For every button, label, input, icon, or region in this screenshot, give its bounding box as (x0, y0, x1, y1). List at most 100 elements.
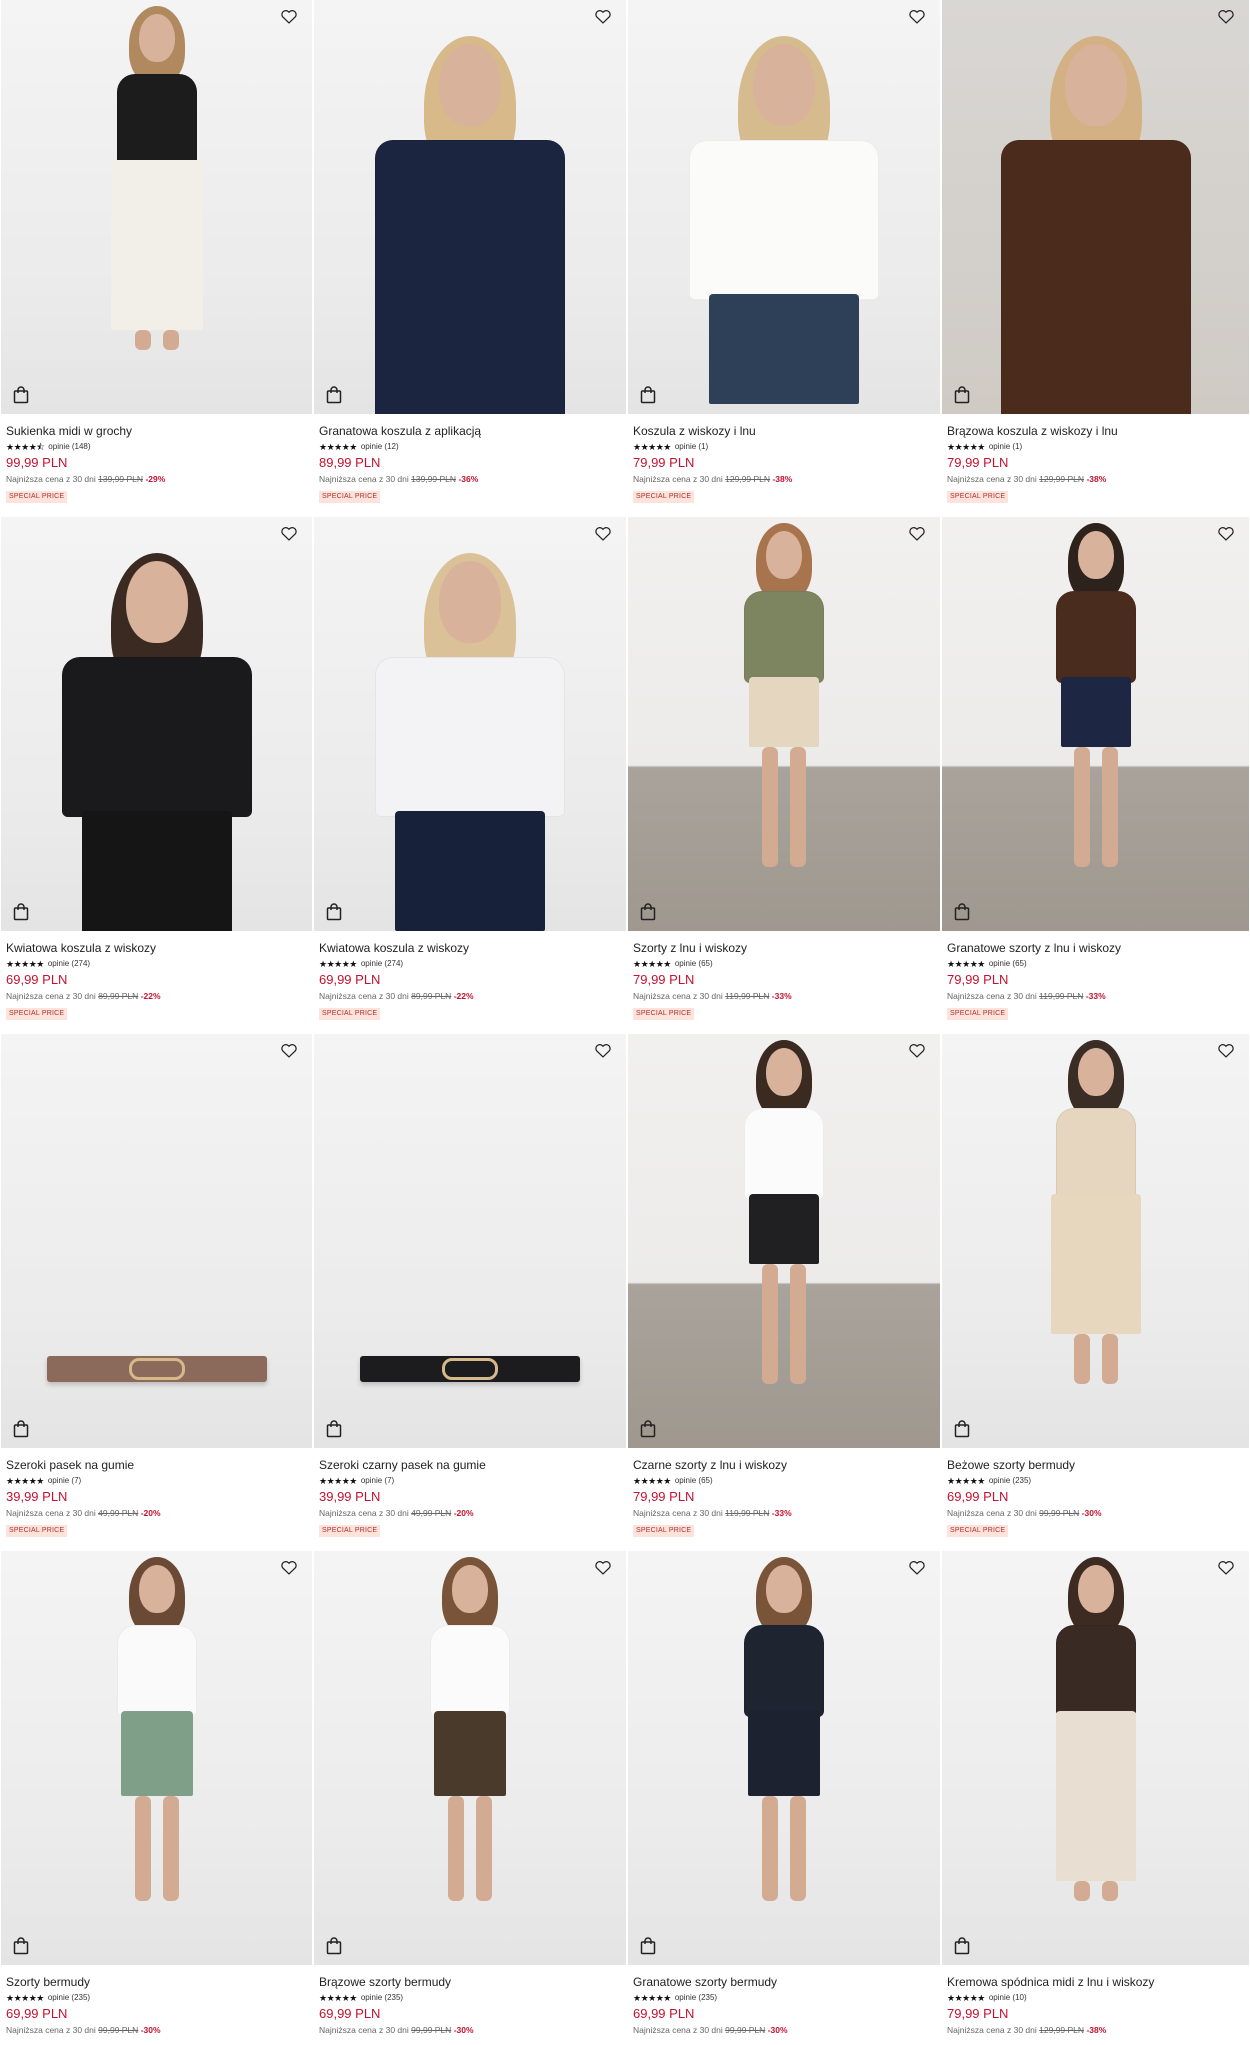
lowest-price-note: Najniższa cena z 30 dni 119,99 PLN -33% (633, 1508, 935, 1519)
face (138, 14, 175, 62)
discount-percent: -22% (140, 991, 161, 1001)
product-image[interactable] (1, 517, 312, 931)
product-card[interactable]: Brązowa koszula z wiskozy i lnu ★★★★★ op… (941, 0, 1250, 517)
product-name[interactable]: Brązowa koszula z wiskozy i lnu (947, 424, 1244, 439)
product-card[interactable]: Sukienka midi w grochy ★★★★⯪ opinie (148… (0, 0, 313, 517)
product-card[interactable]: Kwiatowa koszula z wiskozy ★★★★★ opinie … (0, 517, 313, 1034)
product-image[interactable] (314, 0, 626, 414)
product-card[interactable]: Kwiatowa koszula z wiskozy ★★★★★ opinie … (313, 517, 627, 1034)
reviews-count[interactable]: opinie (10) (989, 1993, 1027, 2003)
product-card[interactable]: Granatowe szorty z lnu i wiskozy ★★★★★ o… (941, 517, 1250, 1034)
model-figure (942, 1034, 1249, 1448)
product-name[interactable]: Szorty bermudy (6, 1975, 307, 1990)
reviews-count[interactable]: opinie (235) (989, 1476, 1031, 1486)
product-info: Szeroki czarny pasek na gumie ★★★★★ opin… (313, 1448, 627, 1537)
product-image[interactable] (628, 0, 940, 414)
discount-percent: -30% (1081, 1508, 1102, 1518)
product-image[interactable] (942, 1551, 1249, 1965)
star-icon: ★★★★★ (319, 442, 357, 452)
product-image[interactable] (1, 0, 312, 414)
reviews-count[interactable]: opinie (7) (48, 1476, 81, 1486)
product-name[interactable]: Kwiatowa koszula z wiskozy (6, 941, 307, 956)
bottom-garment (81, 811, 232, 931)
product-name[interactable]: Granatowa koszula z aplikacją (319, 424, 621, 439)
old-price: 119,99 PLN (1039, 991, 1084, 1001)
product-name[interactable]: Szeroki pasek na gumie (6, 1458, 307, 1473)
star-icon: ★★★★★ (319, 1993, 357, 2003)
lowest-price-note: Najniższa cena z 30 dni 99,99 PLN -30% (319, 2025, 621, 2036)
face (1064, 44, 1127, 126)
reviews-count[interactable]: opinie (65) (675, 1476, 713, 1486)
heart-icon[interactable] (278, 1040, 300, 1060)
product-price: 69,99 PLN (633, 2006, 695, 2021)
old-price: 49,99 PLN (411, 1508, 452, 1518)
product-name[interactable]: Szeroki czarny pasek na gumie (319, 1458, 621, 1473)
reviews-count[interactable]: opinie (274) (361, 959, 403, 969)
lowest-price-label: Najniższa cena z 30 dni (6, 474, 96, 484)
product-name[interactable]: Kremowa spódnica midi z lnu i wiskozy (947, 1975, 1244, 1990)
product-card[interactable]: Granatowe szorty bermudy ★★★★★ opinie (2… (627, 1551, 941, 2045)
product-image[interactable] (628, 1551, 940, 1965)
product-image[interactable] (942, 517, 1249, 931)
reviews-count[interactable]: opinie (235) (675, 1993, 717, 2003)
reviews-count[interactable]: opinie (235) (48, 1993, 90, 2003)
special-price-badge: SPECIAL PRICE (947, 491, 1009, 503)
product-info: Sukienka midi w grochy ★★★★⯪ opinie (148… (0, 414, 313, 503)
product-info: Szeroki pasek na gumie ★★★★★ opinie (7) … (0, 1448, 313, 1537)
shopping-bag-icon[interactable] (13, 1420, 31, 1440)
star-icon: ★★★★★ (319, 1476, 357, 1486)
product-name[interactable]: Czarne szorty z lnu i wiskozy (633, 1458, 935, 1473)
product-card[interactable]: Kremowa spódnica midi z lnu i wiskozy ★★… (941, 1551, 1250, 2045)
product-card[interactable]: Szorty z lnu i wiskozy ★★★★★ opinie (65)… (627, 517, 941, 1034)
face (452, 1565, 488, 1613)
reviews-count[interactable]: opinie (7) (361, 1476, 394, 1486)
product-image[interactable] (1, 1551, 312, 1965)
special-price-badge: SPECIAL PRICE (633, 491, 695, 503)
heart-icon[interactable] (592, 1040, 614, 1060)
rating: ★★★★★ opinie (10) (947, 1993, 1244, 2003)
product-name[interactable]: Koszula z wiskozy i lnu (633, 424, 935, 439)
product-card[interactable]: Brązowe szorty bermudy ★★★★★ opinie (235… (313, 1551, 627, 2045)
product-card[interactable]: Szorty bermudy ★★★★★ opinie (235) 69,99 … (0, 1551, 313, 2045)
lowest-price-label: Najniższa cena z 30 dni (319, 991, 409, 1001)
product-name[interactable]: Granatowe szorty z lnu i wiskozy (947, 941, 1244, 956)
reviews-count[interactable]: opinie (12) (361, 442, 399, 452)
product-card[interactable]: Granatowa koszula z aplikacją ★★★★★ opin… (313, 0, 627, 517)
product-name[interactable]: Szorty z lnu i wiskozy (633, 941, 935, 956)
product-price: 99,99 PLN (6, 455, 68, 470)
product-image[interactable] (628, 517, 940, 931)
reviews-count[interactable]: opinie (274) (48, 959, 90, 969)
reviews-count[interactable]: opinie (148) (48, 442, 90, 452)
product-image[interactable] (314, 517, 626, 931)
product-image[interactable] (1, 1034, 312, 1448)
shopping-bag-icon[interactable] (326, 1420, 344, 1440)
lowest-price-label: Najniższa cena z 30 dni (6, 991, 96, 1001)
product-name[interactable]: Brązowe szorty bermudy (319, 1975, 621, 1990)
product-card[interactable]: Szeroki pasek na gumie ★★★★★ opinie (7) … (0, 1034, 313, 1551)
product-image[interactable] (942, 0, 1249, 414)
lowest-price-note: Najniższa cena z 30 dni 119,99 PLN -33% (947, 991, 1244, 1002)
reviews-count[interactable]: opinie (1) (989, 442, 1022, 452)
product-info: Kwiatowa koszula z wiskozy ★★★★★ opinie … (0, 931, 313, 1020)
product-name[interactable]: Kwiatowa koszula z wiskozy (319, 941, 621, 956)
reviews-count[interactable]: opinie (235) (361, 1993, 403, 2003)
product-card[interactable]: Koszula z wiskozy i lnu ★★★★★ opinie (1)… (627, 0, 941, 517)
star-icon: ★★★★★ (6, 1476, 44, 1486)
product-card[interactable]: Czarne szorty z lnu i wiskozy ★★★★★ opin… (627, 1034, 941, 1551)
lowest-price-note: Najniższa cena z 30 dni 99,99 PLN -30% (633, 2025, 935, 2036)
product-image[interactable] (314, 1034, 626, 1448)
discount-percent: -38% (1086, 2025, 1107, 2035)
product-name[interactable]: Sukienka midi w grochy (6, 424, 307, 439)
product-card[interactable]: Beżowe szorty bermudy ★★★★★ opinie (235)… (941, 1034, 1250, 1551)
product-image[interactable] (314, 1551, 626, 1965)
leg (134, 1796, 151, 1901)
rating: ★★★★★ opinie (274) (6, 959, 307, 969)
reviews-count[interactable]: opinie (1) (675, 442, 708, 452)
product-name[interactable]: Beżowe szorty bermudy (947, 1458, 1244, 1473)
reviews-count[interactable]: opinie (65) (989, 959, 1027, 969)
product-card[interactable]: Szeroki czarny pasek na gumie ★★★★★ opin… (313, 1034, 627, 1551)
product-name[interactable]: Granatowe szorty bermudy (633, 1975, 935, 1990)
product-image[interactable] (628, 1034, 940, 1448)
reviews-count[interactable]: opinie (65) (675, 959, 713, 969)
product-image[interactable] (942, 1034, 1249, 1448)
